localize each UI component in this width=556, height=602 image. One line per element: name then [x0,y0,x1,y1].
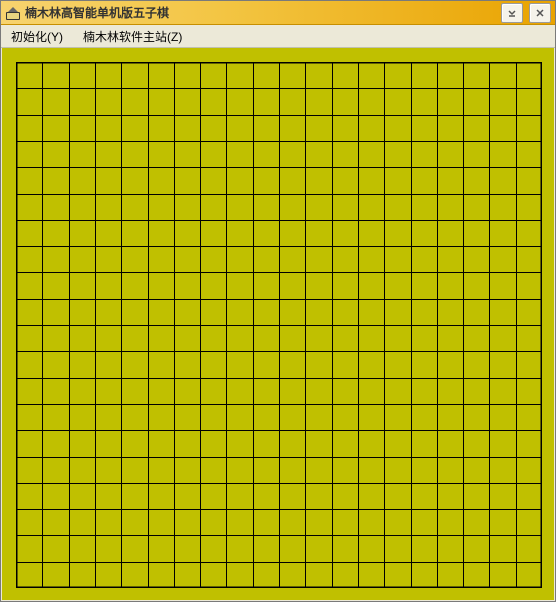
titlebar[interactable]: 楠木林高智能单机版五子棋 [1,1,555,25]
game-board[interactable] [16,62,542,588]
menu-init[interactable]: 初始化(Y) [7,26,67,47]
window-buttons [501,3,551,23]
menu-site[interactable]: 楠木林软件主站(Z) [79,26,186,47]
app-window: 楠木林高智能单机版五子棋 初始化(Y) 楠木林软件主站(Z) [0,0,556,602]
window-title: 楠木林高智能单机版五子棋 [25,4,501,21]
minimize-button[interactable] [501,3,523,23]
board-grid [16,62,542,588]
app-icon [5,5,21,21]
menubar: 初始化(Y) 楠木林软件主站(Z) [1,25,555,48]
close-button[interactable] [529,3,551,23]
client-area [2,48,554,600]
